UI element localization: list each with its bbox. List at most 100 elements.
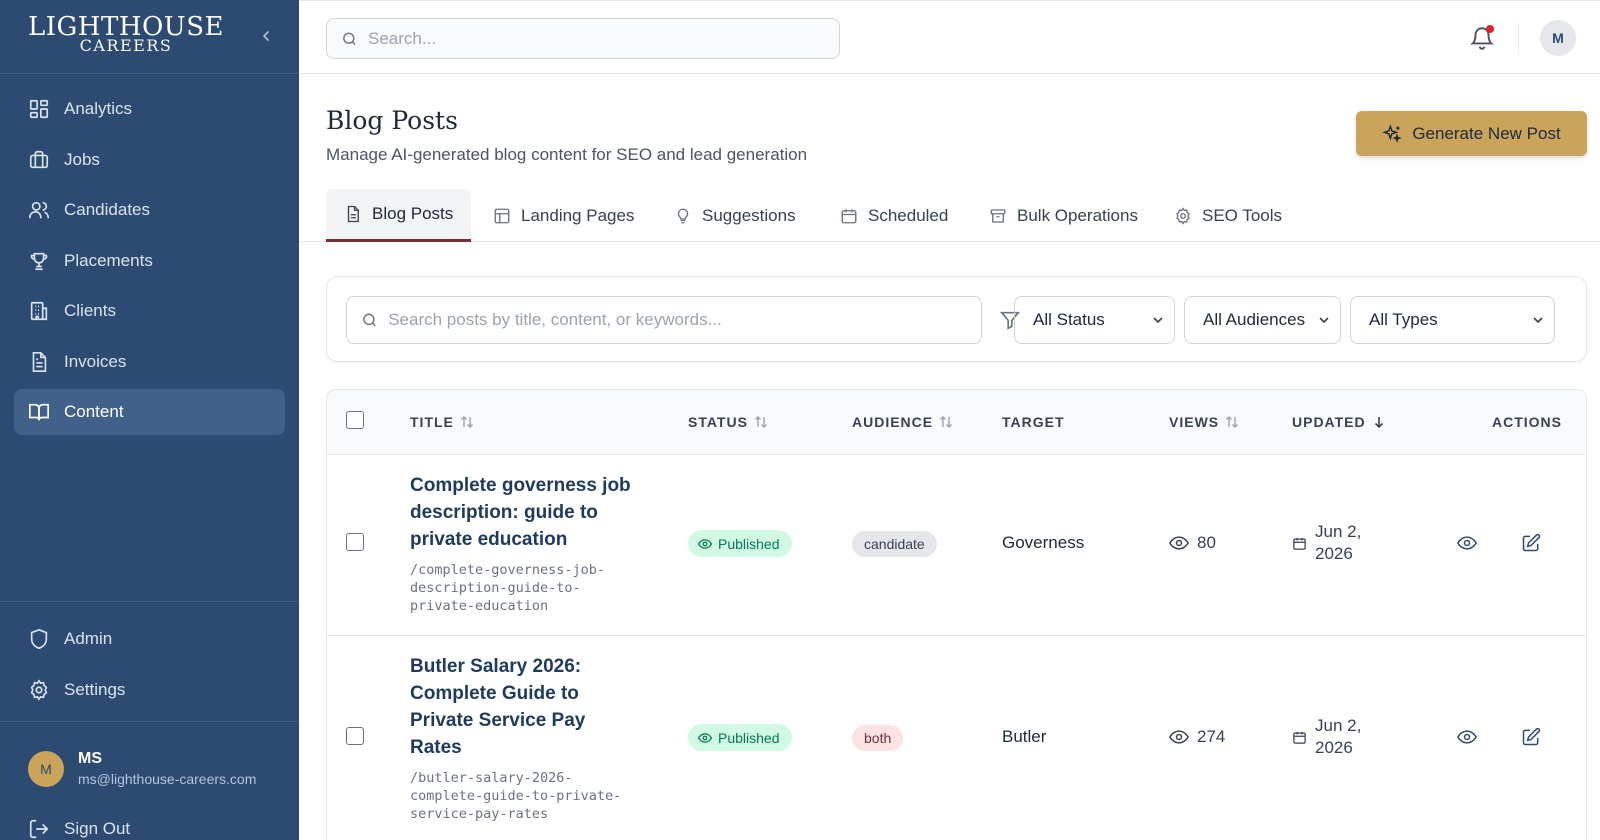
sidebar-item-content[interactable]: Content <box>14 389 285 435</box>
column-title-label: TITLE <box>410 414 454 430</box>
target-cell: Butler <box>1002 727 1047 746</box>
edit-icon <box>1522 533 1541 552</box>
sidebar-item-jobs[interactable]: Jobs <box>14 137 285 183</box>
arrow-down-icon <box>1374 417 1383 429</box>
column-status[interactable]: STATUS <box>688 414 768 430</box>
sidebar-item-analytics[interactable]: Analytics <box>14 86 285 132</box>
file-text-icon <box>32 351 47 372</box>
post-search-input[interactable] <box>388 310 981 330</box>
status-select[interactable]: All Status <box>1014 296 1175 344</box>
sidebar-bottom-nav: Admin Settings <box>14 616 285 717</box>
log-out-icon <box>29 819 49 839</box>
tab-suggestions[interactable]: Suggestions <box>656 189 814 242</box>
content-tabs: Blog Posts Landing Pages Suggestions Sch… <box>299 189 1600 242</box>
search-icon <box>363 313 376 327</box>
building-icon <box>30 301 48 321</box>
sidebar-item-placements[interactable]: Placements <box>14 238 285 284</box>
tab-label: Landing Pages <box>521 205 635 225</box>
sidebar-item-label: Admin <box>64 629 113 648</box>
user-email: ms@lighthouse-careers.com <box>78 771 257 787</box>
column-updated[interactable]: UPDATED <box>1292 414 1386 430</box>
sidebar-item-settings[interactable]: Settings <box>14 667 285 713</box>
post-slug: /butler-salary-2026-complete-guide-to-pr… <box>410 770 622 822</box>
generate-new-post-button[interactable]: Generate New Post <box>1356 111 1587 156</box>
sidebar-item-label: Placements <box>64 250 153 270</box>
tab-label: Bulk Operations <box>1017 205 1138 225</box>
row-checkbox[interactable] <box>346 727 364 745</box>
column-audience[interactable]: AUDIENCE <box>852 414 953 430</box>
eye-icon <box>698 732 712 743</box>
audience-badge: both <box>852 725 904 751</box>
post-search[interactable] <box>346 296 982 344</box>
user-info: MS ms@lighthouse-careers.com <box>78 750 256 787</box>
tab-scheduled[interactable]: Scheduled <box>822 189 966 242</box>
notification-dot <box>1486 25 1494 33</box>
column-views[interactable]: VIEWS <box>1169 414 1239 430</box>
calendar-icon <box>1293 537 1306 550</box>
tab-label: Blog Posts <box>372 204 454 223</box>
column-target-label: TARGET <box>1002 414 1065 430</box>
dashboard-icon <box>29 99 49 119</box>
post-title[interactable]: Butler Salary 2026: Complete Guide to Pr… <box>410 653 640 761</box>
sidebar-item-clients[interactable]: Clients <box>14 288 285 334</box>
tab-blog-posts[interactable]: Blog Posts <box>326 189 472 242</box>
sidebar-item-admin[interactable]: Admin <box>14 616 285 662</box>
target-cell: Governess <box>1002 533 1085 552</box>
sign-out-button[interactable]: Sign Out <box>28 818 130 840</box>
edit-post-button[interactable] <box>1520 532 1542 554</box>
page-subtitle: Manage AI-generated blog content for SEO… <box>326 145 808 164</box>
post-title[interactable]: Complete governess job description: guid… <box>410 472 640 553</box>
collapse-sidebar-button[interactable] <box>256 26 276 46</box>
table-row[interactable]: Butler Salary 2026: Complete Guide to Pr… <box>327 636 1586 840</box>
sidebar-item-label: Candidates <box>64 200 151 219</box>
row-checkbox[interactable] <box>346 533 364 551</box>
views-cell: 274 <box>1169 727 1225 747</box>
sidebar-divider <box>0 601 299 602</box>
topbar-divider <box>1518 23 1519 53</box>
global-search-input[interactable] <box>368 28 839 49</box>
sidebar-item-label: Invoices <box>64 351 127 371</box>
table-header: TITLE STATUS AUDIENCE TARGET VIEWS UPDAT… <box>327 390 1586 455</box>
layout-icon <box>494 208 510 223</box>
tab-landing-pages[interactable]: Landing Pages <box>475 189 652 242</box>
column-title[interactable]: TITLE <box>410 414 474 430</box>
lightbulb-icon <box>677 208 689 223</box>
select-all-checkbox[interactable] <box>346 411 364 429</box>
status-badge-label: Published <box>718 729 780 746</box>
page-title: Blog Posts <box>326 106 458 135</box>
column-audience-label: AUDIENCE <box>852 414 934 430</box>
tab-bulk-operations[interactable]: Bulk Operations <box>971 189 1156 242</box>
view-post-button[interactable] <box>1456 726 1478 748</box>
notifications-button[interactable] <box>1469 25 1495 51</box>
table-row[interactable]: Complete governess job description: guid… <box>327 455 1586 636</box>
status-badge-label: Published <box>718 535 780 552</box>
sidebar-item-invoices[interactable]: Invoices <box>14 339 285 385</box>
sidebar-nav: Analytics Jobs Candidates Placements Cli… <box>14 86 285 440</box>
type-select[interactable]: All Types <box>1350 296 1555 344</box>
avatar[interactable]: M <box>1540 20 1576 56</box>
audience-select[interactable]: All Audiences <box>1184 296 1341 344</box>
user-profile[interactable]: M MS ms@lighthouse-careers.com <box>28 750 256 787</box>
sidebar-item-candidates[interactable]: Candidates <box>14 187 285 233</box>
views-value: 80 <box>1197 533 1216 552</box>
type-select-value: All Types <box>1369 310 1438 329</box>
sparkles-icon <box>1382 123 1403 143</box>
column-target: TARGET <box>1002 414 1065 430</box>
view-post-button[interactable] <box>1456 532 1478 554</box>
edit-post-button[interactable] <box>1520 726 1542 748</box>
updated-cell: Jun 2, 2026 <box>1292 521 1375 565</box>
updated-value: Jun 2, 2026 <box>1315 716 1362 757</box>
sidebar-item-label: Settings <box>64 679 126 699</box>
chevron-down-icon <box>1153 317 1163 324</box>
sort-icon <box>940 416 953 428</box>
views-value: 274 <box>1197 727 1226 746</box>
trophy-icon <box>30 252 48 270</box>
sign-out-label: Sign Out <box>64 819 131 838</box>
user-name: MS <box>78 750 102 767</box>
sort-icon <box>754 416 767 428</box>
global-search[interactable] <box>326 18 840 59</box>
generate-new-post-label: Generate New Post <box>1412 123 1561 143</box>
tab-seo-tools[interactable]: SEO Tools <box>1156 189 1300 242</box>
sidebar-item-label: Jobs <box>64 149 100 169</box>
logo[interactable]: LIGHTHOUSE CAREERS <box>28 14 224 54</box>
